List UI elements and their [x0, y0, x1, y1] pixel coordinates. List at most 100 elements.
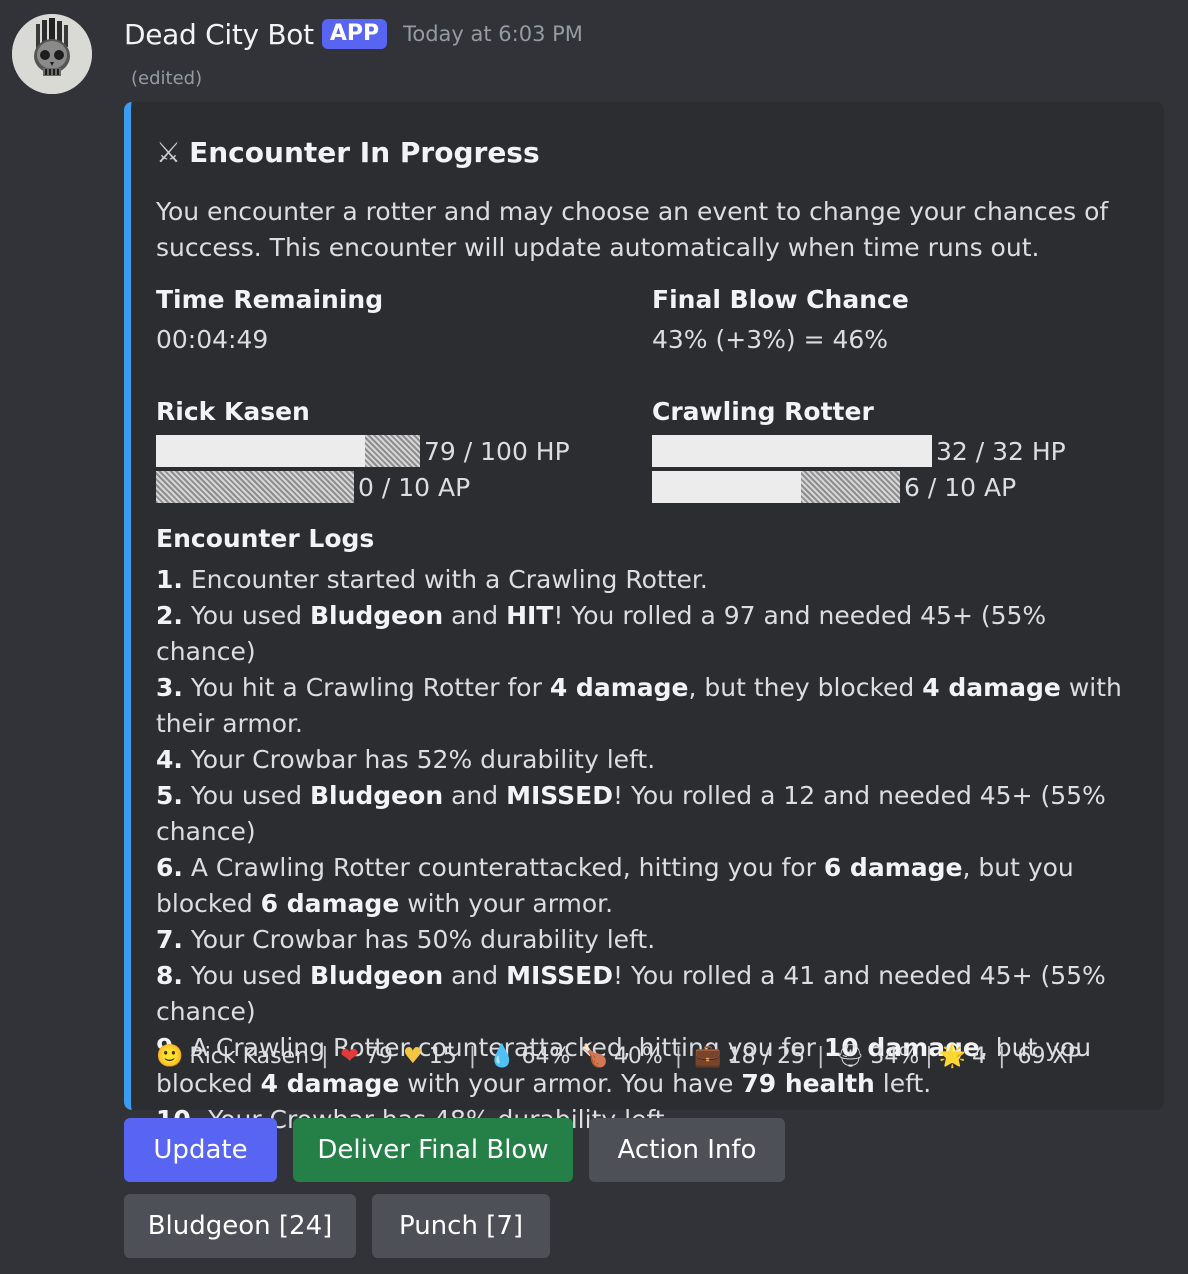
- log-emphasis: 4 damage: [549, 673, 689, 702]
- discord-message: Dead City Bot APP Today at 6:03 PM (edit…: [0, 0, 1188, 1274]
- field-name: Final Blow Chance: [652, 285, 909, 314]
- enemy-ap-bar-fill: [652, 471, 801, 503]
- embed-description: You encounter a rotter and may choose an…: [156, 197, 1109, 262]
- log-text: You used: [182, 601, 310, 630]
- edited-label: (edited): [131, 68, 203, 89]
- log-text: with your armor.: [399, 889, 614, 918]
- status-name: Rick Kasen: [189, 1044, 310, 1069]
- status-health: 79: [364, 1044, 393, 1069]
- action-info-button[interactable]: Action Info: [589, 1118, 785, 1182]
- encounter-embed: ⚔ Encounter In Progress You encounter a …: [124, 102, 1164, 1134]
- crossed-swords-icon: ⚔: [156, 136, 182, 169]
- enemy-ap-text: 6 / 10 AP: [904, 472, 1017, 502]
- enemy-ap-bar-empty: [801, 471, 900, 503]
- bludgeon-button[interactable]: Bludgeon [24]: [124, 1194, 356, 1258]
- player-ap-bar-empty: [156, 471, 354, 503]
- field-final-blow-chance: Final Blow Chance 43% (+3%) = 46%: [652, 284, 909, 358]
- droplet-icon: 💧: [488, 1044, 516, 1069]
- separator: |: [816, 1044, 825, 1069]
- log-emphasis: MISSED: [506, 961, 613, 990]
- log-text: , but they blocked: [688, 673, 923, 702]
- field-time-remaining: Time Remaining 00:04:49: [156, 284, 383, 358]
- player-hp-bar-empty: [365, 435, 420, 467]
- separator: |: [925, 1044, 933, 1069]
- message-header: Dead City Bot APP Today at 6:03 PM: [124, 14, 583, 54]
- skull-city-icon: [12, 14, 92, 94]
- log-number: 4.: [156, 745, 183, 774]
- separator: |: [321, 1044, 329, 1069]
- embed-title: ⚔ Encounter In Progress: [156, 136, 540, 169]
- log-text: with your armor. You have: [399, 1069, 742, 1098]
- embed-title-text: Encounter In Progress: [189, 136, 540, 169]
- heart-icon: ❤: [340, 1044, 359, 1069]
- separator: |: [468, 1044, 477, 1069]
- log-text: You hit a Crawling Rotter for: [182, 673, 550, 702]
- log-emphasis: Bludgeon: [309, 601, 444, 630]
- author-name[interactable]: Dead City Bot: [124, 18, 314, 51]
- log-emphasis: Bludgeon: [309, 961, 444, 990]
- log-number: 3.: [156, 673, 183, 702]
- status-line: 🙂 Rick Kasen | ❤ 79 ♥ 15 | 💧 64% 🍗 40% |…: [156, 1044, 1081, 1069]
- yellow-heart-icon: ♥: [402, 1044, 423, 1069]
- log-entry: 3. You hit a Crawling Rotter for 4 damag…: [156, 670, 1146, 742]
- log-entry: 5. You used Bludgeon and MISSED! You rol…: [156, 778, 1146, 850]
- log-number: 1.: [156, 565, 183, 594]
- log-emphasis: Bludgeon: [309, 781, 444, 810]
- enemy-ap-row: 6 / 10 AP: [652, 469, 1066, 505]
- field-name: Time Remaining: [156, 285, 384, 314]
- status-food: 40%: [613, 1044, 663, 1069]
- log-emphasis: 6 damage: [260, 889, 400, 918]
- log-text: left.: [874, 1069, 932, 1098]
- log-text: and: [443, 781, 507, 810]
- log-text: Your Crowbar has 50% durability left.: [182, 925, 656, 954]
- status-xp: 69 XP: [1017, 1044, 1081, 1069]
- helmet-icon: ⛑: [836, 1044, 865, 1069]
- separator: |: [674, 1044, 683, 1069]
- punch-button[interactable]: Punch [7]: [372, 1194, 550, 1258]
- status-level: 4: [972, 1044, 987, 1069]
- field-player: Rick Kasen 79 / 100 HP 0 / 10 AP: [156, 396, 570, 505]
- log-text: Your Crowbar has 52% durability left.: [182, 745, 656, 774]
- log-number: 2.: [156, 601, 183, 630]
- log-emphasis: 4 damage: [260, 1069, 400, 1098]
- player-ap-text: 0 / 10 AP: [358, 472, 471, 502]
- log-text: and: [443, 601, 507, 630]
- log-number: 7.: [156, 925, 183, 954]
- player-hp-row: 79 / 100 HP: [156, 433, 570, 469]
- field-value: 00:04:49: [156, 325, 269, 354]
- avatar[interactable]: [12, 14, 92, 94]
- player-name: Rick Kasen: [156, 397, 310, 426]
- player-hp-bar-fill: [156, 435, 365, 467]
- deliver-final-blow-button[interactable]: Deliver Final Blow: [293, 1118, 573, 1182]
- enemy-hp-bar-fill: [652, 435, 932, 467]
- log-entry: 7. Your Crowbar has 50% durability left.: [156, 922, 1146, 958]
- player-ap-row: 0 / 10 AP: [156, 469, 570, 505]
- log-emphasis: MISSED: [506, 781, 613, 810]
- log-text: A Crawling Rotter counterattacked, hitti…: [182, 853, 824, 882]
- timestamp: Today at 6:03 PM: [403, 22, 583, 46]
- field-value: 43% (+3%) = 46%: [652, 325, 889, 354]
- log-entry: 2. You used Bludgeon and HIT! You rolled…: [156, 598, 1146, 670]
- briefcase-icon: 💼: [694, 1044, 722, 1069]
- field-enemy: Crawling Rotter 32 / 32 HP 6 / 10 AP: [652, 396, 1066, 505]
- log-number: 5.: [156, 781, 183, 810]
- enemy-hp-row: 32 / 32 HP: [652, 433, 1066, 469]
- enemy-name: Crawling Rotter: [652, 397, 874, 426]
- log-text: and: [443, 961, 507, 990]
- status-water: 64%: [521, 1044, 571, 1069]
- enemy-hp-text: 32 / 32 HP: [936, 436, 1066, 466]
- drumstick-icon: 🍗: [580, 1044, 608, 1069]
- log-entry: 1. Encounter started with a Crawling Rot…: [156, 562, 1146, 598]
- log-text: You used: [182, 961, 310, 990]
- status-armor: 34%: [870, 1044, 920, 1069]
- log-entry: 8. You used Bludgeon and MISSED! You rol…: [156, 958, 1146, 1030]
- log-emphasis: 6 damage: [823, 853, 963, 882]
- log-emphasis: 79 health: [741, 1069, 875, 1098]
- status-energy: 15: [428, 1044, 457, 1069]
- log-number: 6.: [156, 853, 183, 882]
- app-badge: APP: [321, 19, 388, 49]
- log-emphasis: HIT: [506, 601, 554, 630]
- status-inventory: 18 / 25: [727, 1044, 805, 1069]
- update-button[interactable]: Update: [124, 1118, 277, 1182]
- log-text: You used: [182, 781, 310, 810]
